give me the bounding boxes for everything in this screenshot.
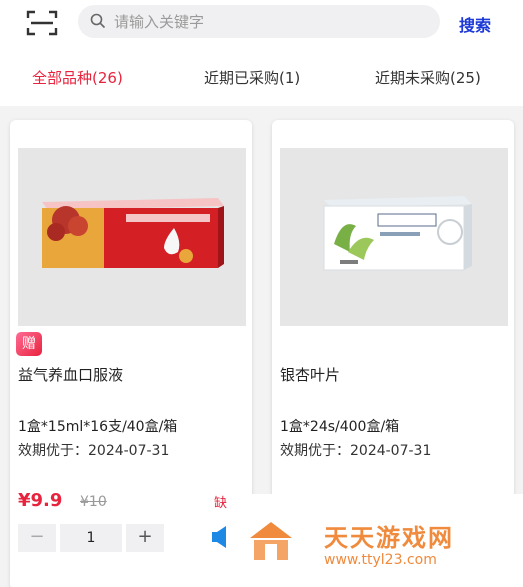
tab-not-recently-purchased[interactable]: 近期未采购(25) bbox=[375, 67, 481, 88]
watermark-title: 天天游戏网 bbox=[324, 524, 454, 552]
speaker-icon[interactable] bbox=[210, 524, 228, 550]
product-image[interactable] bbox=[18, 148, 246, 326]
watermark: 天天游戏网 www.ttyl23.com bbox=[232, 494, 523, 587]
gift-badge: 赠 bbox=[16, 332, 42, 356]
product-image[interactable] bbox=[280, 148, 508, 326]
search-icon bbox=[90, 13, 106, 29]
watermark-logo-icon bbox=[250, 522, 292, 560]
product-spec: 1盒*24s/400盒/箱 bbox=[280, 419, 400, 435]
tab-all-products[interactable]: 全部品种(26) bbox=[32, 67, 123, 88]
medicine-box-image bbox=[323, 196, 472, 271]
increase-button[interactable]: + bbox=[126, 524, 164, 552]
product-name[interactable]: 益气养血口服液 bbox=[18, 364, 123, 385]
search-input[interactable] bbox=[114, 9, 424, 34]
search-box[interactable] bbox=[78, 5, 440, 38]
filter-tabs: 全部品种(26) 近期已采购(1) 近期未采购(25) bbox=[0, 50, 523, 106]
watermark-url: www.ttyl23.com bbox=[324, 552, 437, 568]
product-card[interactable]: 赠 益气养血口服液 1盒*15ml*16支/40盒/箱 效期优于：2024-07… bbox=[10, 120, 252, 587]
product-original-price: ¥10 bbox=[80, 494, 107, 510]
product-expiry: 效期优于：2024-07-31 bbox=[280, 443, 432, 459]
medicine-box-image bbox=[42, 198, 224, 268]
tab-recently-purchased[interactable]: 近期已采购(1) bbox=[204, 67, 300, 88]
search-button[interactable]: 搜索 bbox=[459, 12, 491, 36]
product-spec: 1盒*15ml*16支/40盒/箱 bbox=[18, 419, 178, 435]
product-name[interactable]: 银杏叶片 bbox=[280, 364, 340, 385]
product-price: ¥9.9 bbox=[18, 490, 63, 511]
out-of-stock-tag: 缺 bbox=[214, 496, 228, 511]
quantity-input[interactable]: 1 bbox=[60, 524, 122, 552]
decrease-button[interactable]: − bbox=[18, 524, 56, 552]
scan-icon[interactable] bbox=[26, 10, 58, 36]
top-bar: 搜索 bbox=[0, 0, 523, 50]
product-expiry: 效期优于：2024-07-31 bbox=[18, 443, 170, 459]
